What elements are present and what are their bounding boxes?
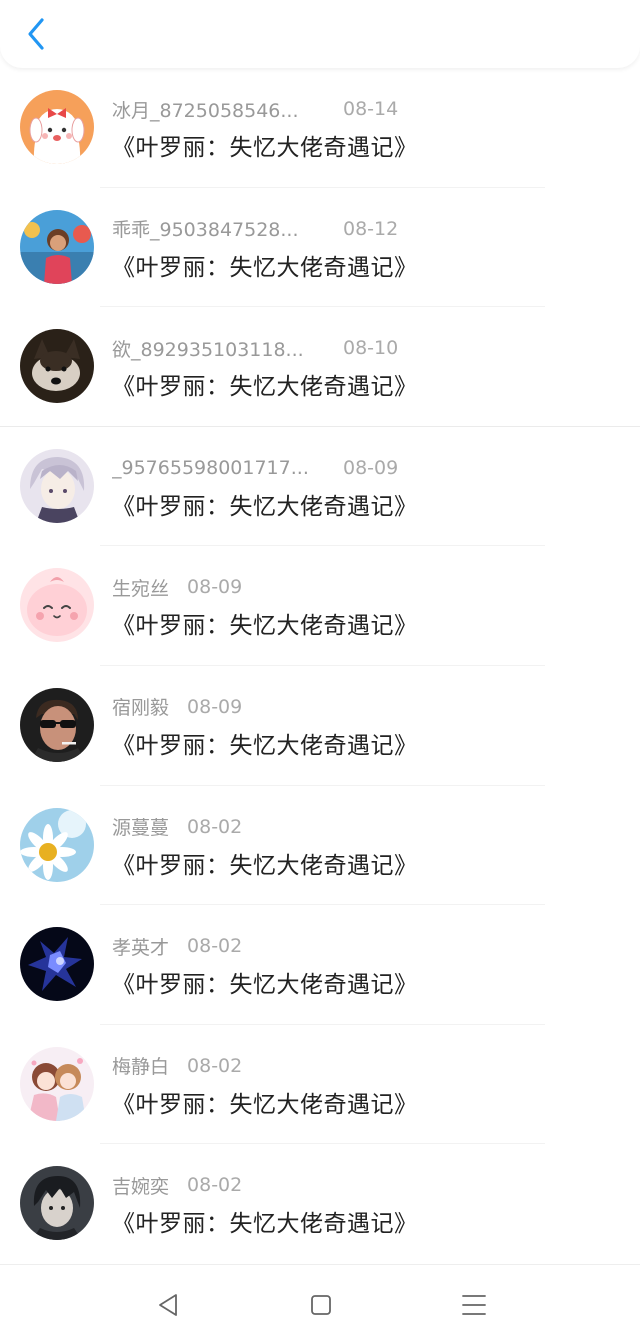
item-date: 08-09	[343, 456, 399, 479]
daisy-flower-avatar[interactable]	[20, 807, 94, 882]
book-title[interactable]: 《叶罗丽：失忆大佬奇遇记》	[112, 846, 418, 880]
user-name: 源蔓蔓	[112, 817, 170, 840]
item-meta: 欲_892935103118... 08-10	[112, 335, 398, 361]
item-meta: 梅静白 08-02	[112, 1053, 242, 1079]
user-name: 冰月_8725058546...	[112, 99, 299, 122]
child-photo-avatar[interactable]	[20, 209, 94, 284]
book-title[interactable]: 《叶罗丽：失忆大佬奇遇记》	[112, 1085, 418, 1119]
nav-menu-button[interactable]	[452, 1283, 496, 1327]
item-date: 08-02	[187, 935, 243, 958]
list-item[interactable]: 梅静白 08-02 《叶罗丽：失忆大佬奇遇记》	[0, 1025, 640, 1145]
item-date: 08-09	[187, 695, 243, 718]
back-triangle-icon	[159, 1294, 177, 1316]
book-title[interactable]: 《叶罗丽：失忆大佬奇遇记》	[112, 128, 418, 162]
nav-back-button[interactable]	[146, 1283, 190, 1327]
man-sunglasses-avatar[interactable]	[20, 687, 94, 762]
item-meta: 宿刚毅 08-09	[112, 694, 242, 720]
item-meta: 乖乖_9503847528... 08-12	[112, 216, 398, 242]
user-name: 欲_892935103118...	[112, 338, 304, 361]
item-meta: 源蔓蔓 08-02	[112, 814, 242, 840]
top-bar	[0, 0, 640, 68]
back-button[interactable]	[20, 14, 52, 54]
book-title[interactable]: 《叶罗丽：失忆大佬奇遇记》	[112, 367, 418, 401]
anime-couple-avatar[interactable]	[20, 1046, 94, 1121]
list-item[interactable]: 生宛丝 08-09 《叶罗丽：失忆大佬奇遇记》	[0, 546, 640, 666]
list-item[interactable]: 源蔓蔓 08-02 《叶罗丽：失忆大佬奇遇记》	[0, 786, 640, 906]
list-item[interactable]: 欲_892935103118... 08-10 《叶罗丽：失忆大佬奇遇记》	[0, 307, 640, 427]
dark-hair-boy-avatar[interactable]	[20, 1166, 94, 1241]
book-title[interactable]: 《叶罗丽：失忆大佬奇遇记》	[112, 965, 418, 999]
item-date: 08-02	[187, 815, 243, 838]
item-date: 08-02	[187, 1054, 243, 1077]
item-meta: 生宛丝 08-09	[112, 574, 242, 600]
item-meta: 吉婉奕 08-02	[112, 1172, 242, 1198]
anime-boy-avatar[interactable]	[20, 448, 94, 523]
item-meta: 冰月_8725058546... 08-14	[112, 96, 398, 122]
nav-home-button[interactable]	[299, 1283, 343, 1327]
list-item[interactable]: 宿刚毅 08-09 《叶罗丽：失忆大佬奇遇记》	[0, 666, 640, 786]
list-item[interactable]: 孝英才 08-02 《叶罗丽：失忆大佬奇遇记》	[0, 905, 640, 1025]
item-date: 08-12	[343, 217, 399, 240]
dark-blue-avatar[interactable]	[20, 927, 94, 1002]
item-date: 08-14	[343, 98, 399, 120]
item-meta: _95765598001717... 08-09	[112, 455, 398, 481]
item-date: 08-09	[187, 576, 243, 599]
book-title[interactable]: 《叶罗丽：失忆大佬奇遇记》	[112, 726, 418, 760]
list-item[interactable]: 吉婉奕 08-02 《叶罗丽：失忆大佬奇遇记》	[0, 1144, 640, 1264]
user-name: 生宛丝	[112, 577, 170, 600]
list-item[interactable]: _95765598001717... 08-09 《叶罗丽：失忆大佬奇遇记》	[0, 427, 640, 547]
chevron-left-icon	[28, 18, 44, 50]
menu-lines-icon	[462, 1295, 486, 1315]
book-title[interactable]: 《叶罗丽：失忆大佬奇遇记》	[112, 487, 418, 521]
user-name: 乖乖_9503847528...	[112, 219, 299, 242]
item-date: 08-02	[187, 1174, 243, 1197]
user-name: 宿刚毅	[112, 697, 170, 720]
user-name: 梅静白	[112, 1056, 170, 1079]
user-name: 吉婉奕	[112, 1175, 170, 1198]
pink-blob-avatar[interactable]	[20, 568, 94, 643]
home-square-icon	[311, 1295, 331, 1315]
user-name: 孝英才	[112, 936, 170, 959]
book-title[interactable]: 《叶罗丽：失忆大佬奇遇记》	[112, 248, 418, 282]
user-name: _95765598001717...	[112, 456, 309, 479]
item-date: 08-10	[343, 337, 399, 360]
book-title[interactable]: 《叶罗丽：失忆大佬奇遇记》	[112, 606, 418, 640]
cartoon-bunny-avatar[interactable]	[20, 90, 94, 164]
item-meta: 孝英才 08-02	[112, 933, 242, 959]
husky-dog-avatar[interactable]	[20, 329, 94, 404]
system-navigation-bar	[0, 1264, 640, 1343]
book-title[interactable]: 《叶罗丽：失忆大佬奇遇记》	[112, 1204, 418, 1238]
message-list: 冰月_8725058546... 08-14 《叶罗丽：失忆大佬奇遇记》 乖乖_…	[0, 68, 640, 1264]
list-item[interactable]: 乖乖_9503847528... 08-12 《叶罗丽：失忆大佬奇遇记》	[0, 188, 640, 308]
list-item[interactable]: 冰月_8725058546... 08-14 《叶罗丽：失忆大佬奇遇记》	[0, 68, 640, 188]
